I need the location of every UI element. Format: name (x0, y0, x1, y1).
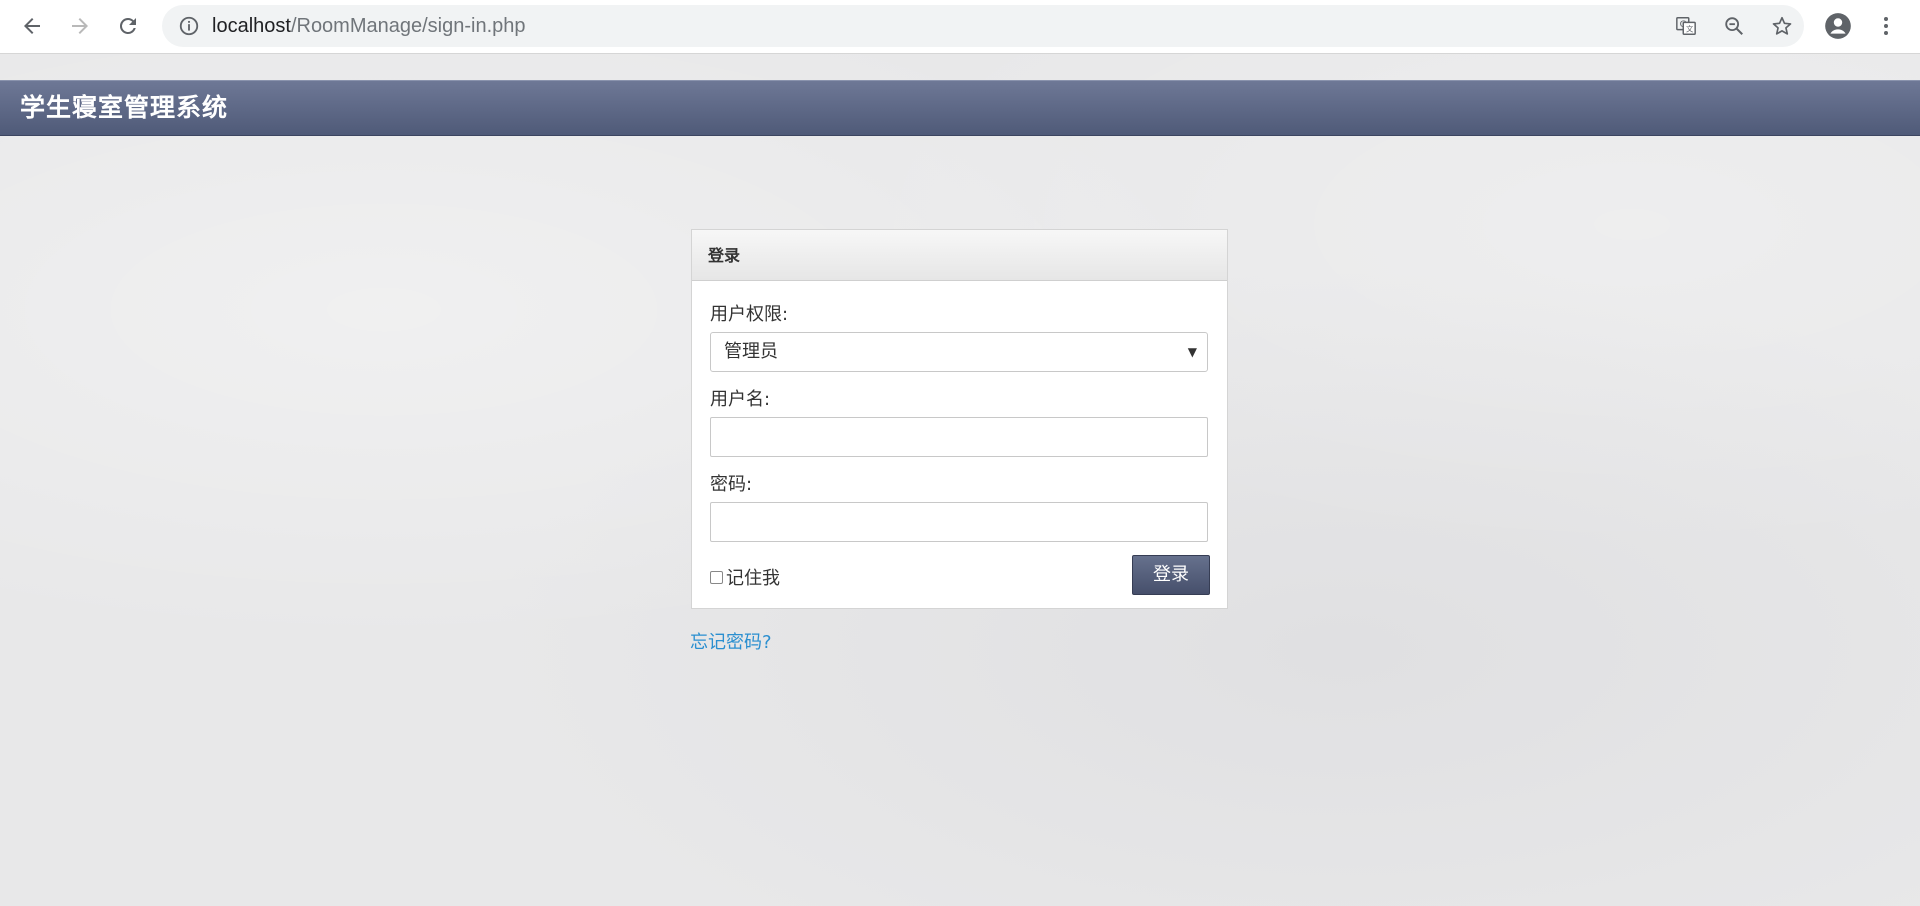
url-path: /RoomManage/sign-in.php (290, 15, 526, 37)
translate-icon: G文 (1676, 17, 1696, 35)
remember-checkbox[interactable] (710, 570, 723, 584)
login-panel: 登录 用户权限: 管理员 ▼ 用户名: 密码: 记住我 登录 (691, 229, 1228, 609)
back-button[interactable] (16, 10, 48, 42)
username-label: 用户名: (710, 389, 771, 410)
app-header: 学生寝室管理系统 (0, 80, 1920, 136)
forgot-password-link[interactable]: 忘记密码? (690, 628, 772, 654)
password-input[interactable] (710, 502, 1208, 542)
url-host: localhost (212, 15, 291, 37)
username-input[interactable] (710, 417, 1208, 457)
bookmark-button[interactable] (1770, 14, 1794, 38)
account-icon (1825, 13, 1851, 39)
forward-arrow-icon (72, 18, 88, 34)
remember-me[interactable]: 记住我 (710, 565, 780, 589)
panel-title: 登录 (708, 246, 741, 265)
role-label: 用户权限: (710, 304, 789, 325)
zoom-button[interactable] (1722, 14, 1746, 38)
zoom-icon (1725, 17, 1743, 35)
browser-toolbar: localhost/RoomManage/sign-in.php G文 (0, 0, 1920, 54)
reload-button[interactable] (112, 10, 144, 42)
role-select-value: 管理员 (724, 341, 778, 362)
menu-icon (1884, 17, 1888, 35)
forward-button[interactable] (64, 10, 96, 42)
star-icon (1772, 16, 1792, 35)
remember-label: 记住我 (726, 568, 780, 589)
info-icon[interactable] (178, 15, 200, 37)
panel-heading: 登录 (692, 230, 1227, 281)
password-label: 密码: (710, 474, 753, 495)
role-select[interactable]: 管理员 ▼ (710, 332, 1208, 372)
app-title: 学生寝室管理系统 (20, 93, 229, 122)
menu-button[interactable] (1870, 10, 1902, 42)
account-button[interactable] (1822, 10, 1854, 42)
login-button[interactable]: 登录 (1132, 555, 1210, 595)
chevron-down-icon: ▼ (1187, 345, 1197, 359)
svg-text:文: 文 (1686, 25, 1694, 34)
url-text[interactable]: localhost/RoomManage/sign-in.php (212, 5, 526, 47)
back-arrow-icon (24, 18, 40, 34)
translate-button[interactable]: G文 (1674, 14, 1698, 38)
reload-icon (119, 17, 136, 34)
address-bar[interactable]: localhost/RoomManage/sign-in.php G文 (162, 5, 1804, 47)
